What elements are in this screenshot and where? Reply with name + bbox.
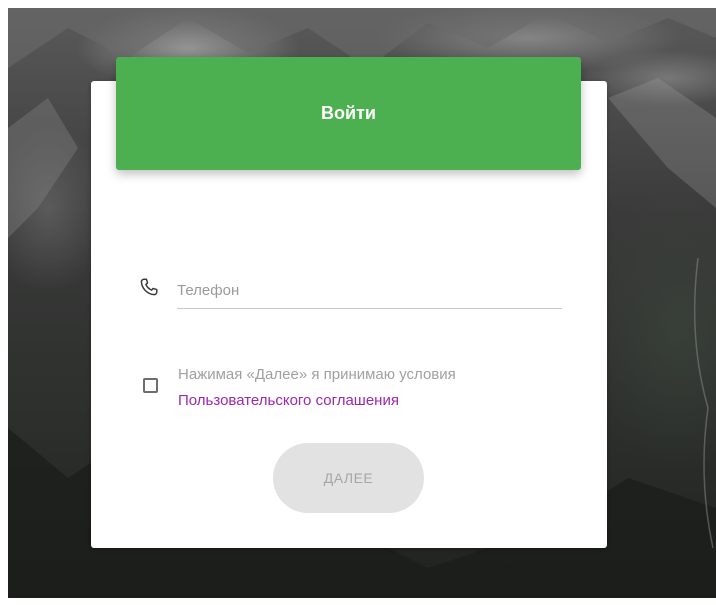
page: Войти Нажимая «Далее» я принимаю условия… [0, 0, 716, 605]
terms-checkbox[interactable] [143, 378, 158, 393]
login-header: Войти [116, 57, 581, 170]
phone-icon [140, 278, 158, 296]
phone-field [138, 272, 562, 310]
terms-link[interactable]: Пользовательского соглашения [178, 392, 399, 409]
login-title: Войти [321, 103, 376, 123]
phone-input[interactable] [177, 272, 562, 309]
next-button[interactable]: ДАЛЕЕ [273, 443, 424, 513]
terms-text: Нажимая «Далее» я принимаю условия [178, 366, 456, 383]
